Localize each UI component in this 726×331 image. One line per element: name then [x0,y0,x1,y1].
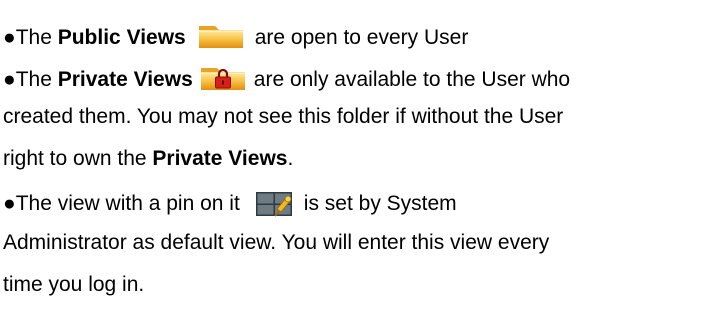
text-pre: right to own the [3,147,153,170]
private-views-term: Private Views [152,147,288,170]
text-line: Administrator as default view. You will … [3,230,549,256]
private-views-line: ●The Private Views are only available to [3,62,570,94]
pinned-view-icon [243,188,300,218]
text-post: are only available to the User who [253,68,571,91]
text-post: are open to every User [254,26,469,49]
text-line: time you log in. [3,272,144,298]
text-pre: The [15,68,58,91]
text: Administrator as default view. You will … [3,231,550,254]
text-pre: The view with a pin on it [15,192,240,215]
private-views-term: Private Views [57,68,193,91]
public-views-term: Public Views [57,26,186,49]
text: time you log in. [3,273,145,296]
text-pre: The [15,26,58,49]
folder-icon [190,20,251,52]
locked-folder-icon [195,62,250,94]
bullet: ● [3,26,16,49]
bullet: ● [3,192,16,215]
bullet: ● [3,68,16,91]
text-line: right to own the Private Views. [3,146,293,172]
public-views-line: ●The Public Views are open to every User [3,20,468,52]
document: ●The Public Views are open to every User… [0,0,726,331]
text-line: created them. You may not see this folde… [3,104,563,130]
default-view-line: ●The view with a pin on it is set by Sys… [3,188,457,218]
text-post: is set by System [303,192,457,215]
text: created them. You may not see this folde… [3,105,564,128]
text-post: . [287,147,294,170]
